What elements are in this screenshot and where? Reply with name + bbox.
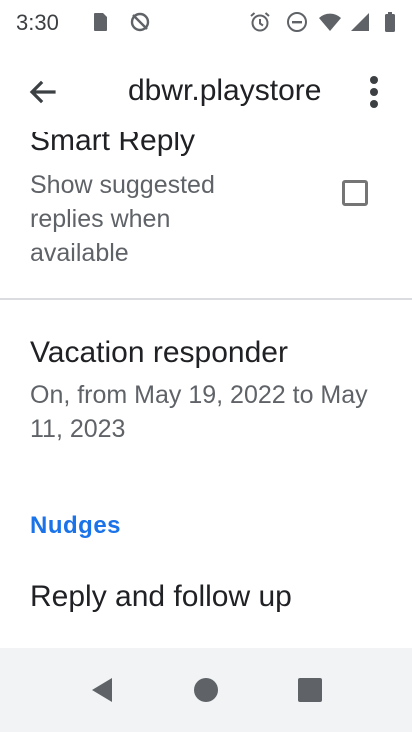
- cell-signal-icon: [351, 13, 369, 31]
- system-nav-bar: [0, 648, 412, 732]
- reply-follow-up-setting[interactable]: Reply and follow up: [0, 568, 412, 648]
- reply-follow-up-title: Reply and follow up: [30, 580, 292, 613]
- smart-reply-setting[interactable]: Smart Reply Show suggested replies when …: [0, 132, 412, 298]
- smart-reply-checkbox[interactable]: [342, 180, 368, 206]
- alarm-icon: [250, 12, 270, 32]
- app-bar-title: dbwr.playstore: [128, 74, 322, 107]
- do-not-disturb-icon: [287, 12, 307, 32]
- no-sync-icon: [130, 12, 150, 32]
- status-time: 3:30: [16, 10, 59, 35]
- vacation-responder-status: On, from May 19, 2022 to May 11, 2023: [30, 381, 368, 443]
- more-vert-icon[interactable]: [356, 70, 392, 114]
- smart-reply-title: Smart Reply: [30, 132, 196, 157]
- sd-card-icon: [94, 13, 107, 31]
- smart-reply-description: Show suggested replies when available: [30, 171, 215, 267]
- home-circle-icon[interactable]: [190, 674, 222, 706]
- back-triangle-icon[interactable]: [86, 674, 118, 706]
- nudges-section-header: Nudges: [30, 512, 122, 539]
- vacation-responder-setting[interactable]: Vacation responder On, from May 19, 2022…: [0, 300, 412, 480]
- battery-icon: [385, 12, 395, 32]
- arrow-back-icon[interactable]: [22, 72, 62, 112]
- app-bar: dbwr.playstore: [0, 48, 412, 132]
- vacation-responder-title: Vacation responder: [30, 336, 288, 369]
- settings-list: Smart Reply Show suggested replies when …: [0, 132, 412, 648]
- status-bar: 3:30: [0, 0, 412, 48]
- wifi-icon: [319, 13, 341, 31]
- recents-square-icon[interactable]: [294, 674, 326, 706]
